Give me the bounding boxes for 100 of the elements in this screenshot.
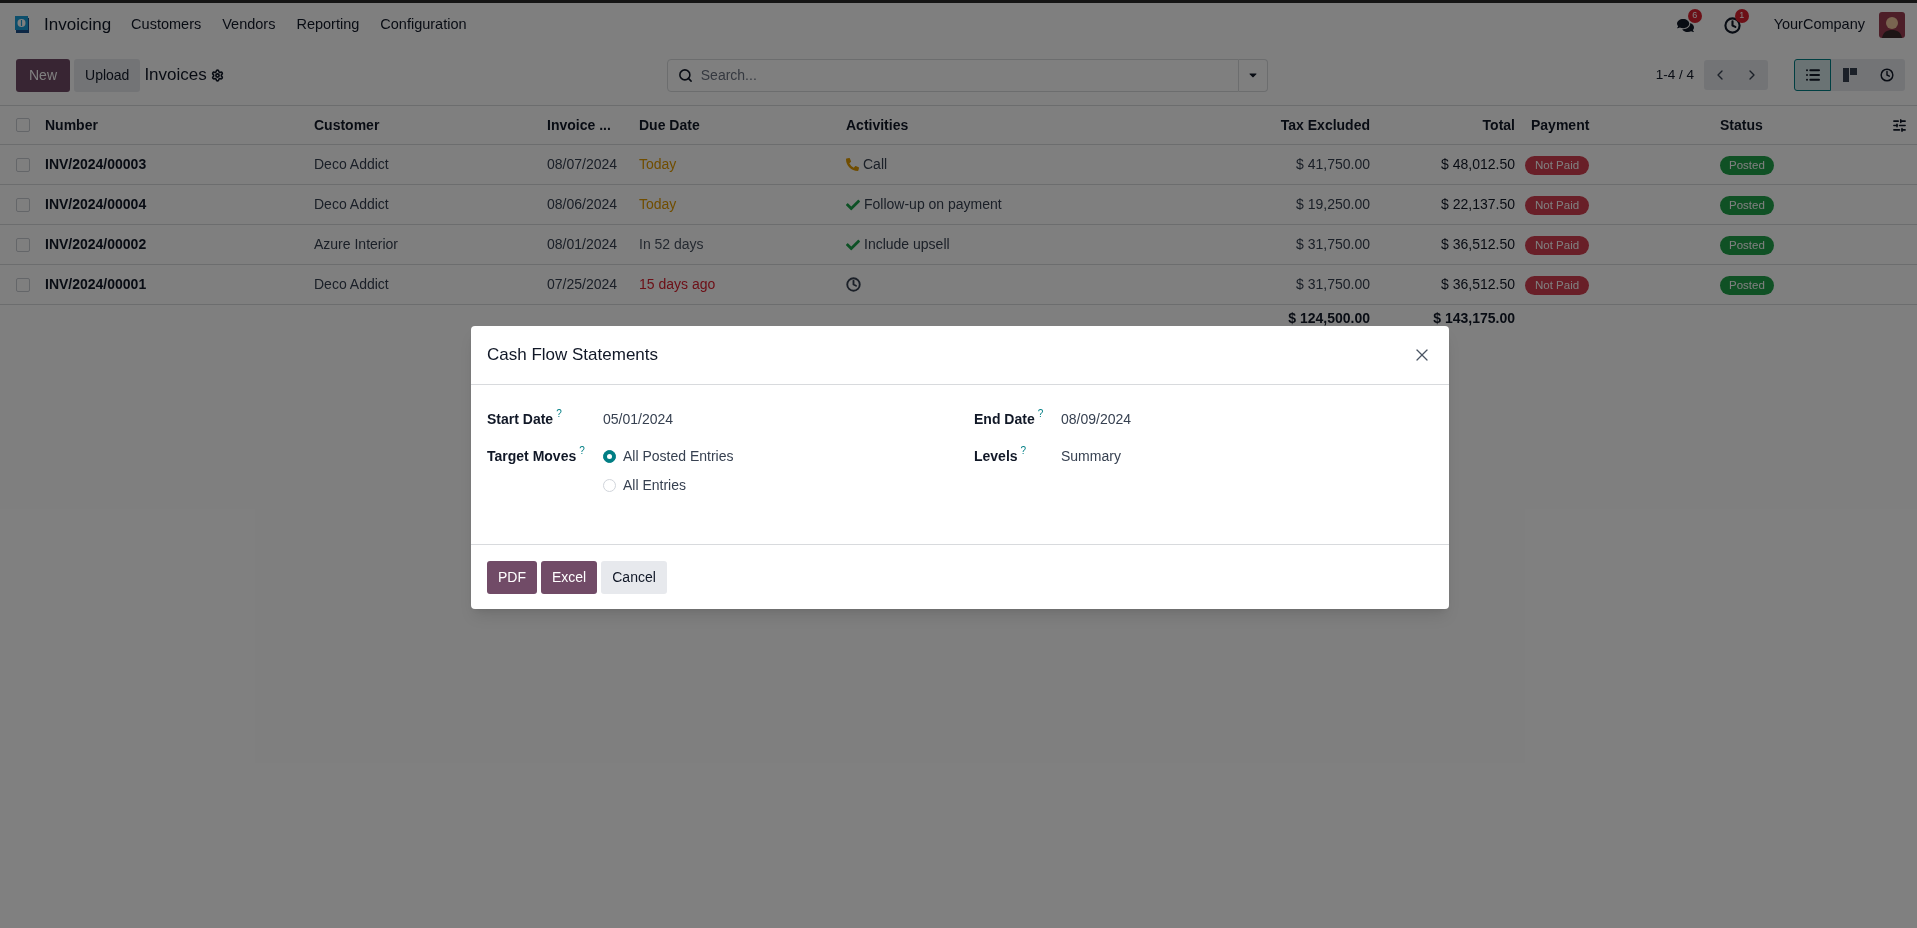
check-icon <box>846 197 860 212</box>
settings-icon[interactable] <box>210 68 224 82</box>
company-name[interactable]: YourCompany <box>1773 14 1865 36</box>
table-cell: Azure Interior <box>314 236 399 252</box>
table-cell-text: $ 31,750.00 <box>1296 275 1370 294</box>
search-bar[interactable]: Search... <box>666 58 1239 92</box>
table-cell: Today <box>639 196 677 212</box>
radio-label[interactable]: All Posted Entries <box>623 446 734 467</box>
field-value[interactable]: 05/01/2024 <box>603 409 674 430</box>
column-header[interactable]: Customer <box>314 114 380 136</box>
table-cell: INV/2024/00001 <box>45 276 147 292</box>
table-cell: 08/07/2024 <box>547 156 618 172</box>
field-label: End Date <box>974 410 1035 429</box>
activity-label[interactable]: Follow-up on payment <box>864 194 1002 215</box>
clock-icon <box>846 277 861 292</box>
dialog-button[interactable]: Excel <box>541 560 598 594</box>
view-switch-button[interactable] <box>1868 59 1905 91</box>
check-icon <box>846 237 860 252</box>
table-cell: Today <box>639 156 677 172</box>
dialog-button[interactable]: Cancel <box>601 560 667 594</box>
total-cell: $ 143,175.00 <box>1433 310 1515 326</box>
avatar-icon[interactable] <box>1879 12 1905 38</box>
view-switch-button[interactable] <box>1831 59 1868 91</box>
app-name[interactable]: Invoicing <box>44 12 112 38</box>
table-cell: Deco Addict <box>314 276 389 292</box>
activity-label[interactable]: Include upsell <box>864 234 950 255</box>
list-view-icon <box>1804 67 1821 83</box>
view-switch-button[interactable] <box>1794 59 1831 91</box>
column-header[interactable]: Invoice ... <box>547 114 611 136</box>
activities-icon[interactable] <box>1723 16 1741 34</box>
payment-badge: Not Paid <box>1525 275 1590 296</box>
help-mark: ? <box>556 407 562 421</box>
column-header[interactable]: Payment <box>1531 114 1590 136</box>
search-input[interactable]: Search... <box>700 64 1228 86</box>
status-badge: Posted <box>1720 195 1774 216</box>
column-header[interactable]: Number <box>45 114 98 136</box>
pager-value[interactable]: 1-4 / 4 <box>1655 64 1694 86</box>
table-cell: 08/06/2024 <box>547 196 618 212</box>
table-cell-text: $ 48,012.50 <box>1441 155 1515 174</box>
phone-icon <box>846 158 859 171</box>
column-header[interactable]: Activities <box>846 114 909 136</box>
column-header[interactable]: Status <box>1720 114 1763 136</box>
search-icon <box>677 67 693 83</box>
table-cell: Deco Addict <box>314 196 389 212</box>
table-cell: INV/2024/00003 <box>45 156 147 172</box>
dialog-title: Cash Flow Statements <box>487 344 658 367</box>
table-cell: 07/25/2024 <box>547 276 618 292</box>
app-logo-icon[interactable] <box>14 15 32 35</box>
payment-badge: Not Paid <box>1525 235 1590 256</box>
clock-view-icon <box>1879 68 1894 82</box>
table-cell: 15 days ago <box>639 276 716 292</box>
column-header[interactable]: Due Date <box>639 114 700 136</box>
status-badge: Posted <box>1720 155 1774 176</box>
row-checkbox[interactable] <box>16 197 30 212</box>
radio-button[interactable] <box>603 450 616 463</box>
radio-label[interactable]: All Entries <box>623 475 687 496</box>
count-badge: 1 <box>1734 8 1749 23</box>
table-cell: INV/2024/00002 <box>45 236 147 252</box>
menu-item[interactable]: Configuration <box>380 14 467 36</box>
row-checkbox[interactable] <box>16 237 30 252</box>
help-mark: ? <box>1020 444 1027 458</box>
payment-badge: Not Paid <box>1525 195 1590 216</box>
status-badge: Posted <box>1720 275 1774 296</box>
help-mark: ? <box>1037 407 1044 421</box>
menu-item[interactable]: Customers <box>131 14 202 36</box>
table-cell: 08/01/2024 <box>547 236 618 252</box>
field-label: Target Moves <box>487 447 577 466</box>
row-checkbox[interactable] <box>16 157 30 172</box>
table-cell-text: $ 31,750.00 <box>1296 235 1370 254</box>
payment-badge: Not Paid <box>1525 155 1590 176</box>
kanban-view-icon <box>1842 68 1857 82</box>
field-value[interactable]: Summary <box>1061 446 1121 467</box>
table-cell: INV/2024/00004 <box>45 196 147 212</box>
field-label: Levels <box>974 447 1018 466</box>
count-badge: 6 <box>1687 8 1702 23</box>
row-checkbox[interactable] <box>16 118 30 132</box>
new-button[interactable]: New <box>16 58 70 92</box>
dialog-button[interactable]: PDF <box>487 560 537 594</box>
help-mark: ? <box>579 444 585 458</box>
field-value[interactable]: 08/09/2024 <box>1061 409 1132 430</box>
activity-label[interactable]: Call <box>863 154 888 175</box>
upload-button[interactable]: Upload <box>74 58 141 92</box>
table-cell: In 52 days <box>639 236 704 252</box>
table-cell: Deco Addict <box>314 156 389 172</box>
column-header[interactable]: Tax Excluded <box>1280 114 1370 136</box>
table-cell-text: $ 41,750.00 <box>1296 155 1370 174</box>
table-cell-text: $ 22,137.50 <box>1441 195 1515 214</box>
total-cell: $ 124,500.00 <box>1288 310 1370 326</box>
menu-item[interactable]: Reporting <box>296 14 360 36</box>
table-cell-text: $ 36,512.50 <box>1441 275 1515 294</box>
field-label: Start Date <box>487 410 554 429</box>
messages-icon[interactable] <box>1676 16 1694 34</box>
table-cell-text: $ 19,250.00 <box>1296 195 1370 214</box>
column-settings-icon[interactable] <box>1892 117 1907 133</box>
column-header[interactable]: Total <box>1482 114 1515 136</box>
table-cell-text: $ 36,512.50 <box>1441 235 1515 254</box>
status-badge: Posted <box>1720 235 1774 256</box>
page-title: Invoices <box>144 64 207 87</box>
menu-item[interactable]: Vendors <box>222 14 276 36</box>
row-checkbox[interactable] <box>16 277 30 292</box>
